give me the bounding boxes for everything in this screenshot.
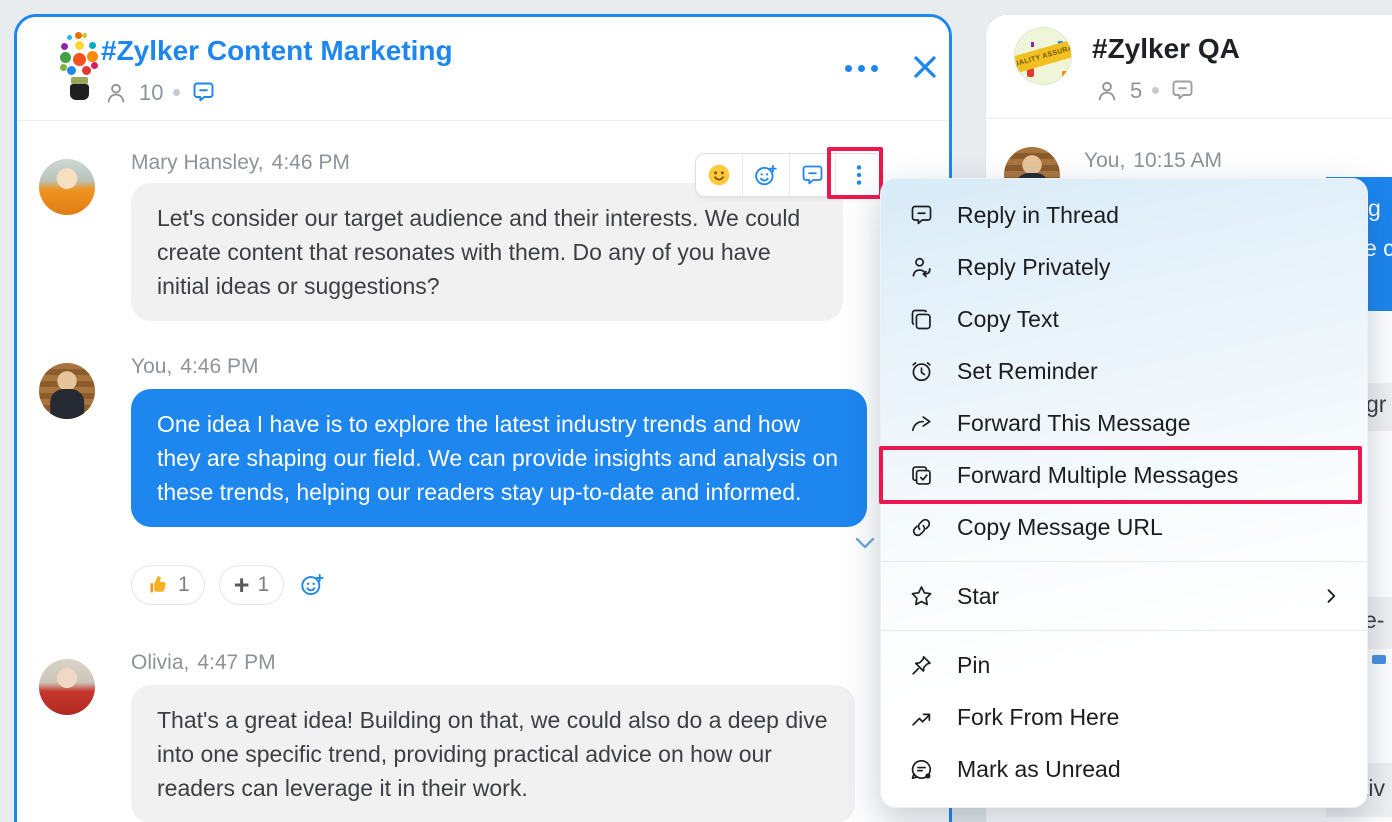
separator-dot: [173, 89, 181, 96]
set-reminder-icon: [907, 357, 935, 385]
message-author-time: You, 10:15 AM: [1084, 149, 1222, 173]
menu-item-forward-this-message[interactable]: Forward This Message: [881, 397, 1367, 449]
menu-item-reply-privately[interactable]: Reply Privately: [881, 241, 1367, 293]
message-time: 4:46 PM: [271, 151, 350, 174]
menu-item-pin[interactable]: Pin: [881, 639, 1367, 691]
avatar-mary[interactable]: [39, 159, 95, 215]
threads-icon[interactable]: [1169, 77, 1196, 104]
menu-item-label: Mark as Unread: [957, 755, 1121, 782]
forward-this-message-icon: [907, 409, 935, 437]
bubble-text-fragment: e c: [1364, 235, 1392, 261]
add-reaction-icon[interactable]: [743, 154, 790, 196]
members-icon[interactable]: [1094, 78, 1120, 104]
message-author-time: Olivia, 4:47 PM: [131, 651, 276, 675]
channel-meta: 5: [1094, 77, 1196, 104]
message-author-time: You, 4:46 PM: [131, 355, 259, 379]
menu-item-label: Reply in Thread: [957, 201, 1119, 228]
menu-item-reply-in-thread[interactable]: Reply in Thread: [881, 189, 1367, 241]
message-bubble-incoming[interactable]: That's a great idea! Building on that, w…: [131, 685, 855, 822]
reply-in-thread-icon[interactable]: [790, 154, 837, 196]
copy-message-url-icon: [907, 513, 935, 541]
channel-meta: 10: [103, 79, 217, 106]
menu-item-label: Copy Message URL: [957, 513, 1163, 540]
chat-window-content-marketing: #Zylker Content Marketing 10 Mary Hansle…: [14, 14, 952, 822]
app-background: { "left_panel": { "title": "#Zylker Cont…: [0, 0, 1392, 822]
chat-options-ellipsis-icon[interactable]: [845, 65, 878, 72]
menu-item-label: Pin: [957, 651, 991, 678]
reaction-count: 1: [257, 573, 270, 596]
bubble-text-fragment: gr: [1366, 391, 1387, 417]
member-count: 10: [139, 79, 164, 105]
message-time: 10:15 AM: [1133, 149, 1223, 172]
author-name: Olivia,: [131, 651, 190, 674]
smiley-emoji-icon[interactable]: [696, 154, 743, 196]
menu-item-label: Forward Multiple Messages: [957, 461, 1239, 488]
pin-icon: [907, 651, 935, 679]
avatar-you[interactable]: [39, 363, 95, 419]
menu-item-copy-message-url[interactable]: Copy Message URL: [881, 501, 1367, 553]
menu-item-copy-text[interactable]: Copy Text: [881, 293, 1367, 345]
close-icon[interactable]: [907, 49, 943, 85]
channel-title[interactable]: #Zylker QA: [1092, 33, 1240, 65]
channel-avatar-qa[interactable]: QUALITY ASSURANCE: [1014, 27, 1072, 85]
menu-item-label: Forward This Message: [957, 409, 1191, 436]
reaction-thumbs-up[interactable]: 1: [131, 565, 205, 605]
channel-title[interactable]: #Zylker Content Marketing: [101, 35, 453, 67]
message-bubble-incoming[interactable]: Let's consider our target audience and t…: [131, 183, 843, 321]
message-time: 4:46 PM: [180, 355, 259, 378]
message-author-time: Mary Hansley, 4:46 PM: [131, 151, 350, 175]
author-name: You,: [131, 355, 173, 378]
submenu-chevron-icon: [1321, 586, 1341, 606]
lightbulb-icon: [73, 53, 86, 66]
menu-item-forward-multiple-messages[interactable]: Forward Multiple Messages: [879, 446, 1367, 504]
menu-item-fork-from-here[interactable]: Fork From Here: [881, 691, 1367, 743]
star-icon: [907, 582, 935, 610]
menu-divider: [881, 561, 1367, 562]
menu-item-star[interactable]: Star: [881, 570, 1367, 622]
author-name: You,: [1084, 149, 1126, 172]
plus-icon: +: [233, 569, 250, 600]
chat-header: #Zylker Content Marketing 10: [17, 17, 949, 121]
message-context-menu: Reply in Thread Reply Privately Copy Tex…: [879, 178, 1368, 808]
channel-avatar-lightbulb[interactable]: [49, 29, 103, 107]
more-options-kebab-icon[interactable]: [836, 154, 882, 196]
menu-item-label: Set Reminder: [957, 357, 1098, 384]
members-icon[interactable]: [103, 80, 129, 106]
add-reaction-icon[interactable]: [298, 571, 326, 599]
member-count: 5: [1130, 77, 1143, 103]
lightbulb-neck: [71, 77, 88, 84]
menu-item-label: Copy Text: [957, 305, 1059, 332]
message-bubble-outgoing[interactable]: One idea I have is to explore the latest…: [131, 389, 867, 527]
qa-ribbon-label: QUALITY ASSURANCE: [1015, 38, 1071, 75]
menu-divider: [881, 630, 1367, 631]
chat-header: QUALITY ASSURANCE #Zylker QA 5: [986, 15, 1392, 119]
reaction-plus[interactable]: + 1: [218, 565, 285, 605]
reaction-count: 1: [178, 573, 190, 596]
reply-privately-icon: [907, 253, 935, 281]
obscured-link-fragment: [1372, 655, 1386, 664]
author-name: Mary Hansley,: [131, 151, 264, 174]
fork-from-here-icon: [907, 703, 935, 731]
menu-item-label: Fork From Here: [957, 703, 1120, 730]
lightbulb-base: [70, 84, 89, 100]
separator-dot: [1152, 87, 1160, 94]
threads-icon[interactable]: [190, 79, 217, 106]
mark-as-unread-icon: [907, 755, 935, 783]
menu-item-label: Star: [957, 582, 1000, 609]
menu-item-label: Reply Privately: [957, 253, 1111, 280]
thumbs-up-icon: [150, 576, 166, 593]
avatar-olivia[interactable]: [39, 659, 95, 715]
menu-item-set-reminder[interactable]: Set Reminder: [881, 345, 1367, 397]
message-time: 4:47 PM: [197, 651, 276, 674]
message-hover-toolbar: [695, 153, 883, 197]
reactions-row: 1 + 1: [131, 565, 326, 605]
bubble-text-fragment: g: [1368, 195, 1381, 221]
menu-item-mark-as-unread[interactable]: Mark as Unread: [881, 743, 1367, 795]
copy-text-icon: [907, 305, 935, 333]
forward-multiple-messages-icon: [907, 461, 935, 489]
scroll-down-chevron-icon[interactable]: [853, 535, 877, 553]
reply-in-thread-icon: [907, 201, 935, 229]
